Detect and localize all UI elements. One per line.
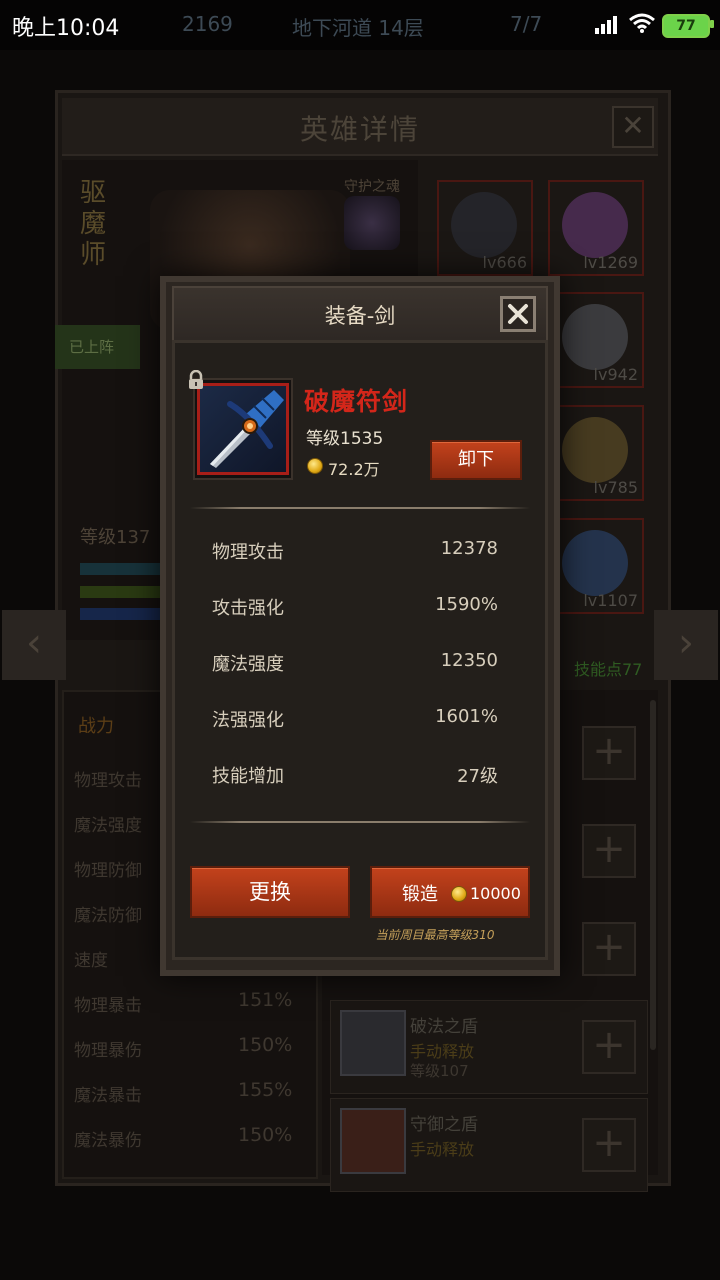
armor-icon bbox=[562, 304, 628, 370]
hero-class: 驱魔师 bbox=[80, 178, 107, 270]
deployed-badge: 已上阵 bbox=[55, 325, 140, 369]
skill-upgrade-button[interactable]: + bbox=[582, 922, 636, 976]
bg-capacity: 7/7 bbox=[510, 12, 543, 36]
item-level: 等级1535 bbox=[306, 429, 384, 449]
stat-label: 魔法防御 bbox=[74, 906, 142, 926]
gold-coin-icon bbox=[451, 886, 467, 902]
skill-name: 破法之盾 bbox=[410, 1017, 478, 1037]
guard-soul-label: 守护之魂 bbox=[344, 179, 400, 195]
item-name: 破魔符剑 bbox=[304, 387, 409, 416]
attribute-label: 攻击强化 bbox=[212, 598, 284, 619]
divider bbox=[190, 821, 530, 823]
exp-bar bbox=[80, 586, 160, 598]
skill-upgrade-button[interactable]: + bbox=[582, 726, 636, 780]
signal-icon bbox=[595, 16, 617, 34]
hero-level: 等级137 bbox=[80, 527, 151, 548]
prev-hero-button[interactable]: ‹ bbox=[2, 610, 66, 680]
lock-icon[interactable] bbox=[186, 370, 206, 390]
skill-upgrade-button[interactable]: + bbox=[582, 1118, 636, 1172]
stat-value: 155% bbox=[238, 1079, 293, 1101]
stat-label: 物理攻击 bbox=[74, 771, 142, 791]
skill-mode: 手动释放 bbox=[410, 1140, 475, 1159]
skill-level: 等级107 bbox=[410, 1062, 469, 1080]
battery-icon: 77 bbox=[662, 14, 710, 38]
equip-slot-level: lv1107 bbox=[583, 591, 638, 610]
max-level-note: 当前周目最高等级310 bbox=[375, 928, 495, 942]
attribute-label: 技能增加 bbox=[212, 766, 284, 787]
close-button[interactable] bbox=[500, 296, 536, 332]
attribute-label: 魔法强度 bbox=[212, 654, 284, 675]
attribute-label: 物理攻击 bbox=[212, 542, 284, 563]
equip-slot-necklace[interactable]: lv1269 bbox=[548, 180, 644, 276]
stat-value: 150% bbox=[238, 1034, 293, 1056]
gold-coin-icon bbox=[307, 458, 323, 474]
skill-points: 技能点77 bbox=[574, 660, 643, 679]
attribute-value: 12350 bbox=[440, 650, 498, 671]
equip-slot-helmet[interactable]: lv666 bbox=[437, 180, 533, 276]
equip-slot-ring[interactable]: lv785 bbox=[548, 405, 644, 501]
stat-label: 魔法暴击 bbox=[74, 1086, 142, 1106]
stat-label: 物理暴击 bbox=[74, 996, 142, 1016]
stat-label: 物理防御 bbox=[74, 861, 142, 881]
attribute-value: 1590% bbox=[435, 594, 498, 615]
stat-label: 物理暴伤 bbox=[74, 1041, 142, 1061]
next-hero-button[interactable]: › bbox=[654, 610, 718, 680]
skill-mode: 手动释放 bbox=[410, 1042, 475, 1061]
shield-icon bbox=[562, 530, 628, 596]
unequip-button[interactable]: 卸下 bbox=[430, 440, 522, 480]
equip-slot-level: lv666 bbox=[482, 253, 527, 272]
equipment-modal-title: 装备-剑 bbox=[324, 304, 396, 328]
wifi-icon bbox=[629, 13, 655, 33]
divider bbox=[190, 507, 530, 509]
equip-slot-shield[interactable]: lv1107 bbox=[548, 518, 644, 614]
item-price: 72.2万 bbox=[328, 460, 380, 479]
close-icon bbox=[508, 304, 528, 324]
guard-shield-skill-icon bbox=[340, 1108, 406, 1174]
stat-label: 速度 bbox=[74, 951, 108, 971]
clock: 晚上10:04 bbox=[12, 16, 120, 41]
sword-icon bbox=[197, 383, 289, 475]
equip-slot-level: lv942 bbox=[593, 365, 638, 384]
skill-upgrade-button[interactable]: + bbox=[582, 824, 636, 878]
swap-button[interactable]: 更换 bbox=[190, 866, 350, 918]
skill-upgrade-button[interactable]: + bbox=[582, 1020, 636, 1074]
attribute-value: 27级 bbox=[457, 766, 498, 787]
stat-value: 151% bbox=[238, 989, 293, 1011]
equip-slot-level: lv1269 bbox=[583, 253, 638, 272]
hood-icon bbox=[451, 192, 517, 258]
skills-scrollbar[interactable] bbox=[650, 700, 656, 1050]
bg-location: 地下河道 14层 bbox=[292, 16, 424, 40]
equip-slot-level: lv785 bbox=[593, 478, 638, 497]
equip-slot-armor[interactable]: lv942 bbox=[548, 292, 644, 388]
attribute-value: 12378 bbox=[440, 538, 498, 559]
ring-icon bbox=[562, 417, 628, 483]
bg-resource-count: 2169 bbox=[182, 12, 233, 36]
status-bar: 晚上10:04 2169 地下河道 14层 7/7 77 bbox=[0, 0, 720, 50]
forge-cost: 10000 bbox=[470, 884, 521, 903]
hp-bar bbox=[80, 563, 160, 575]
stat-label: 魔法强度 bbox=[74, 816, 142, 836]
amulet-icon bbox=[562, 192, 628, 258]
stat-value: 150% bbox=[238, 1124, 293, 1146]
power-label: 战力 bbox=[78, 716, 114, 737]
shield-breaker-skill-icon bbox=[340, 1010, 406, 1076]
skill-name: 守御之盾 bbox=[410, 1115, 478, 1135]
attribute-label: 法强强化 bbox=[212, 710, 284, 731]
hero-detail-close-button[interactable]: ✕ bbox=[612, 106, 654, 148]
battery-tip bbox=[710, 20, 714, 28]
guard-soul-icon[interactable] bbox=[344, 196, 400, 250]
attribute-value: 1601% bbox=[435, 706, 498, 727]
mana-bar bbox=[80, 608, 160, 620]
stat-label: 魔法暴伤 bbox=[74, 1131, 142, 1151]
forge-label: 锻造 bbox=[402, 884, 438, 905]
